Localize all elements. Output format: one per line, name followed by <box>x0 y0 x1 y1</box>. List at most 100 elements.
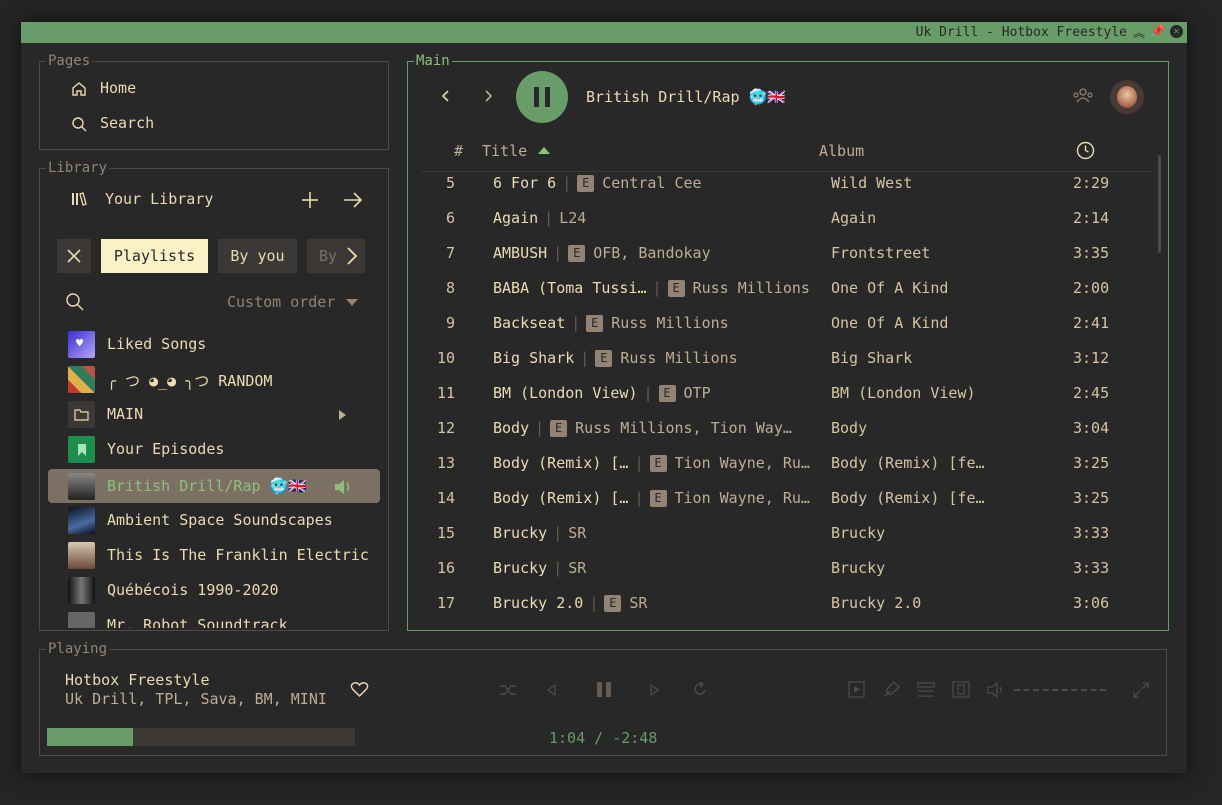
heart-icon[interactable] <box>350 681 369 698</box>
track-artist[interactable]: SR <box>568 559 586 577</box>
table-row[interactable]: 16 Brucky | SR Brucky 3:33 <box>421 551 1161 586</box>
track-title-cell: Body (Remix) [… | E Tion Wayne, Ru… <box>493 454 818 472</box>
table-row[interactable]: 17 Brucky 2.0 | E SR Brucky 2.0 3:06 <box>421 586 1161 621</box>
queue-icon[interactable] <box>917 682 935 698</box>
explicit-badge: E <box>667 280 685 297</box>
track-duration: 3:33 <box>1073 524 1110 542</box>
now-playing-artists[interactable]: Uk Drill, TPL, Sava, BM, MINI <box>65 690 327 708</box>
track-title[interactable]: Body (Remix) [… <box>493 454 628 472</box>
separator: | <box>553 559 563 577</box>
track-album[interactable]: One Of A Kind <box>831 314 1001 332</box>
track-number: 5 <box>445 174 455 192</box>
progress-fill <box>47 728 134 746</box>
track-duration: 2:45 <box>1073 384 1110 402</box>
shuffle-icon[interactable] <box>499 682 517 698</box>
playback-time: 1:04 / -2:48 <box>549 729 658 747</box>
now-playing-title[interactable]: Hotbox Freestyle <box>65 671 210 689</box>
progress-bar[interactable] <box>47 728 355 746</box>
track-artist[interactable]: Russ Millions <box>620 349 737 367</box>
track-number: 10 <box>436 349 455 367</box>
separator: | <box>562 174 572 192</box>
now-playing-view-icon[interactable] <box>848 681 865 698</box>
track-duration: 3:25 <box>1073 489 1110 507</box>
track-title-cell: Body (Remix) [… | E Tion Wayne, Ru… <box>493 489 818 507</box>
track-album[interactable]: Again <box>831 209 1001 227</box>
table-row[interactable]: 6 Again | L24 Again 2:14 <box>421 201 1161 236</box>
track-artist[interactable]: Central Cee <box>602 174 701 192</box>
volume-icon[interactable] <box>987 682 1005 698</box>
track-artist[interactable]: SR <box>568 524 586 542</box>
app-window: Uk Drill - Hotbox Freestyle ︽ 📌 ✕ Pages … <box>21 22 1187 773</box>
table-row[interactable]: 13 Body (Remix) [… | E Tion Wayne, Ru… Body (… <box>421 446 1161 481</box>
table-row[interactable]: 11 BM (London View) | E OTP BM (London View) 2… <box>421 376 1161 411</box>
pause-icon[interactable] <box>595 681 613 698</box>
table-row[interactable]: 9 Backseat | E Russ Millions One Of A Kind 2:4… <box>421 306 1161 341</box>
table-row[interactable]: 10 Big Shark | E Russ Millions Big Shark 3:12 <box>421 341 1161 376</box>
track-duration: 3:06 <box>1073 594 1110 612</box>
separator: | <box>535 419 545 437</box>
track-artist[interactable]: Tion Wayne, Ru… <box>675 489 810 507</box>
track-title-cell: BABA (Toma Tussi… | E Russ Millions <box>493 279 818 297</box>
track-artist[interactable]: Russ Millions <box>611 314 728 332</box>
track-title[interactable]: Brucky <box>493 559 547 577</box>
track-artist[interactable]: L24 <box>559 209 586 227</box>
track-title-cell: AMBUSH | E OFB, Bandokay <box>493 244 818 262</box>
track-duration: 3:04 <box>1073 419 1110 437</box>
track-title[interactable]: AMBUSH <box>493 244 547 262</box>
separator: | <box>580 349 590 367</box>
track-number: 7 <box>445 244 455 262</box>
track-title-cell: BM (London View) | E OTP <box>493 384 818 402</box>
track-album[interactable]: Body (Remix) [fe… <box>831 489 1001 507</box>
lyrics-icon[interactable] <box>882 681 900 699</box>
table-row[interactable]: 5 6 For 6 | E Central Cee Wild West 2:29 <box>421 166 1161 201</box>
track-title[interactable]: Backseat <box>493 314 565 332</box>
table-row[interactable]: 8 BABA (Toma Tussi… | E Russ Millions One Of … <box>421 271 1161 306</box>
previous-icon[interactable] <box>545 683 557 697</box>
track-title[interactable]: 6 For 6 <box>493 174 556 192</box>
track-title-cell: Brucky | SR <box>493 559 818 577</box>
table-row[interactable]: 14 Body (Remix) [… | E Tion Wayne, Ru… Body (… <box>421 481 1161 516</box>
track-number: 15 <box>436 524 455 542</box>
track-artist[interactable]: OTP <box>684 384 711 402</box>
track-artist[interactable]: Russ Millions <box>693 279 810 297</box>
connect-device-icon[interactable] <box>952 681 970 698</box>
track-title[interactable]: Body <box>493 419 529 437</box>
volume-slider[interactable] <box>1014 689 1106 691</box>
track-album[interactable]: Body <box>831 419 1001 437</box>
track-title[interactable]: BABA (Toma Tussi… <box>493 279 647 297</box>
table-row[interactable]: 7 AMBUSH | E OFB, Bandokay Frontstreet 3:35 <box>421 236 1161 271</box>
next-icon[interactable] <box>649 683 661 697</box>
track-title[interactable]: Big Shark <box>493 349 574 367</box>
track-album[interactable]: Big Shark <box>831 349 1001 367</box>
table-row[interactable]: 15 Brucky | SR Brucky 3:33 <box>421 516 1161 551</box>
repeat-icon[interactable] <box>692 681 708 698</box>
track-title[interactable]: Brucky 2.0 <box>493 594 583 612</box>
table-row[interactable]: 12 Body | E Russ Millions, Tion Way… Body 3:04 <box>421 411 1161 446</box>
track-title[interactable]: Body (Remix) [… <box>493 489 628 507</box>
track-duration: 3:35 <box>1073 244 1110 262</box>
track-album[interactable]: Brucky <box>831 559 1001 577</box>
track-duration: 3:33 <box>1073 559 1110 577</box>
track-artist[interactable]: Tion Wayne, Ru… <box>675 454 810 472</box>
track-artist[interactable]: SR <box>629 594 647 612</box>
explicit-badge: E <box>604 595 622 612</box>
track-artist[interactable]: OFB, Bandokay <box>593 244 710 262</box>
track-title[interactable]: Brucky <box>493 524 547 542</box>
track-album[interactable]: Body (Remix) [fe… <box>831 454 1001 472</box>
fullscreen-icon[interactable] <box>1133 682 1149 698</box>
track-title[interactable]: Again <box>493 209 538 227</box>
track-duration: 3:25 <box>1073 454 1110 472</box>
track-album[interactable]: Frontstreet <box>831 244 1001 262</box>
track-album[interactable]: BM (London View) <box>831 384 1001 402</box>
track-album[interactable]: One Of A Kind <box>831 279 1001 297</box>
track-number: 9 <box>445 314 455 332</box>
track-album[interactable]: Wild West <box>831 174 1001 192</box>
close-icon[interactable]: ✕ <box>1170 25 1183 38</box>
explicit-badge: E <box>568 245 586 262</box>
track-title[interactable]: BM (London View) <box>493 384 638 402</box>
track-artist[interactable]: Russ Millions, Tion Way… <box>575 419 792 437</box>
separator: | <box>652 279 662 297</box>
track-album[interactable]: Brucky <box>831 524 1001 542</box>
track-album[interactable]: Brucky 2.0 <box>831 594 1001 612</box>
separator: | <box>589 594 599 612</box>
